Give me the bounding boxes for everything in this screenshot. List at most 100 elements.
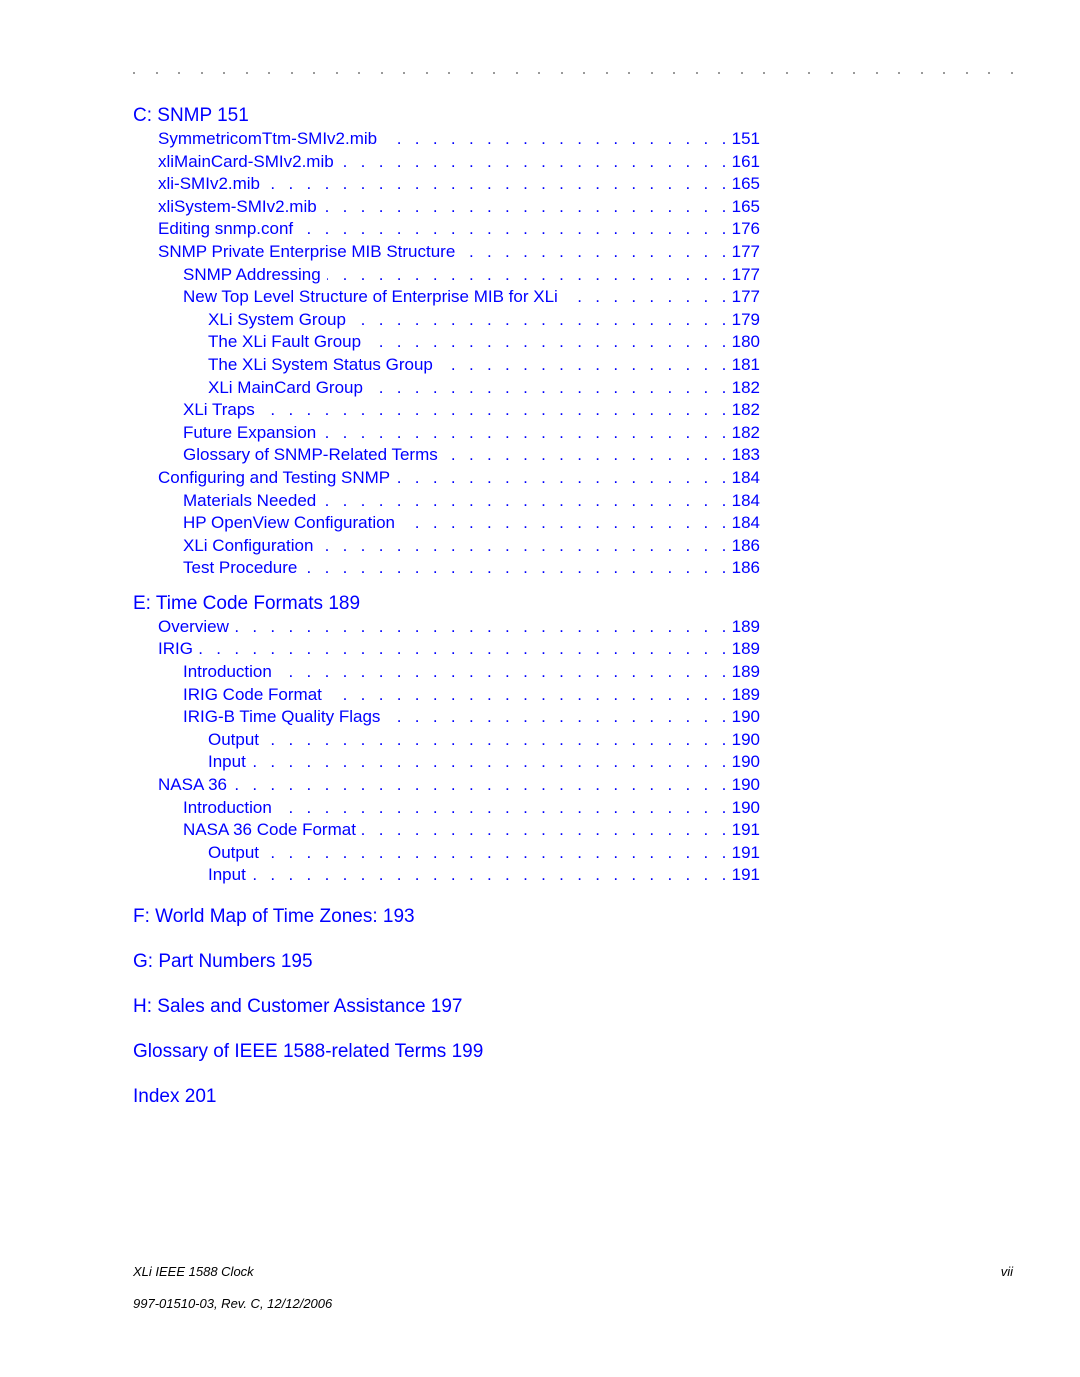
- rule-dot: [133, 72, 135, 74]
- toc-entry[interactable]: xli-SMIv2.mib. . . . . . . . . . . . . .…: [133, 173, 760, 196]
- toc-entry-title: Introduction: [183, 662, 272, 682]
- toc-entry[interactable]: Configuring and Testing SNMP. . . . . . …: [133, 467, 760, 490]
- rule-dot: [538, 72, 540, 74]
- toc-entry[interactable]: SNMP Private Enterprise MIB Structure. .…: [133, 241, 760, 264]
- dot-leader: . . . . . . . . . . . . . . . . . . . . …: [319, 535, 731, 555]
- toc-entry-page: 189: [731, 684, 760, 704]
- toc-entry-page: 186: [731, 535, 760, 555]
- toc-entry[interactable]: Input . . . . . . . . . . . . . . . . . .…: [133, 864, 760, 887]
- toc-entry[interactable]: Overview. . . . . . . . . . . . . . . . …: [133, 616, 760, 639]
- toc-entry-page: 176: [731, 219, 760, 239]
- toc-entry[interactable]: Introduction . . . . . . . . . . . . . . …: [133, 797, 760, 820]
- toc-entry-list: SymmetricomTtm-SMIv2.mib . . . . . . . . …: [133, 128, 760, 580]
- toc-entry-title: IRIG Code Format: [183, 684, 322, 704]
- toc-entry[interactable]: The XLi Fault Group. . . . . . . . . . .…: [133, 331, 760, 354]
- toc-entry[interactable]: Output. . . . . . . . . . . . . . . . . …: [133, 729, 760, 752]
- toc-chapter-heading[interactable]: E: Time Code Formats 189: [133, 592, 760, 616]
- dot-leader: . . . . . . . . . . . . . . . . . . . . …: [278, 797, 731, 817]
- toc-entry[interactable]: IRIG Code Format . . . . . . . . . . . . …: [133, 684, 760, 707]
- toc-entry-title: Materials Needed: [183, 490, 317, 510]
- toc-entry[interactable]: XLi Traps . . . . . . . . . . . . . . . .…: [133, 399, 760, 422]
- toc-entry[interactable]: xliSystem-SMIv2.mib . . . . . . . . . . .…: [133, 196, 760, 219]
- dot-leader: . . . . . . . . . . . . . . . . . . . . …: [323, 196, 731, 216]
- toc-entry[interactable]: Input . . . . . . . . . . . . . . . . . .…: [133, 751, 760, 774]
- toc-entry[interactable]: NASA 36 . . . . . . . . . . . . . . . . .…: [133, 774, 760, 797]
- rule-dot: [583, 72, 585, 74]
- toc-entry-page: 184: [731, 467, 760, 487]
- dot-leader: . . . . . . . . . . . . . . . . . . . . …: [396, 467, 731, 487]
- toc-entry-title: Input: [208, 752, 246, 772]
- toc-entry-title: XLi MainCard Group: [208, 377, 363, 397]
- rule-dot: [313, 72, 315, 74]
- rule-dot: [470, 72, 473, 74]
- rule-dot: [988, 72, 990, 74]
- toc-entry[interactable]: XLi MainCard Group . . . . . . . . . . . …: [133, 377, 760, 400]
- toc-entry-title: HP OpenView Configuration: [183, 513, 396, 533]
- toc-entry[interactable]: HP OpenView Configuration. . . . . . . .…: [133, 512, 760, 535]
- toc-entry-page: 180: [731, 332, 760, 352]
- toc-entry[interactable]: XLi Configuration. . . . . . . . . . . .…: [133, 535, 760, 558]
- toc-entry-page: 189: [731, 639, 760, 659]
- dot-leader: . . . . . . . . . . . . . . . . . . . . …: [299, 219, 731, 239]
- toc-entry[interactable]: SymmetricomTtm-SMIv2.mib . . . . . . . . …: [133, 128, 760, 151]
- toc-entry-page: 186: [731, 558, 760, 578]
- toc-entry-title: XLi Configuration: [183, 535, 314, 555]
- dot-leader: . . . . . . . . . . . . . . . . . . . . …: [386, 707, 731, 727]
- toc-entry-page: 189: [731, 616, 760, 636]
- toc-entry[interactable]: Glossary of SNMP-Related Terms . . . . . …: [133, 444, 760, 467]
- rule-dot: [268, 72, 270, 74]
- toc-entry-title: xliMainCard-SMIv2.mib: [158, 151, 334, 171]
- dot-leader: . . . . . . . . . . . . . . . . . . . . …: [352, 309, 731, 329]
- dot-leader: . . . . . . . . . . . . . . . . . . . . …: [362, 820, 731, 840]
- toc-entry[interactable]: NASA 36 Code Format . . . . . . . . . . .…: [133, 819, 760, 842]
- toc-entry-page: 165: [731, 174, 760, 194]
- footer-page-number: vii: [1000, 1264, 1013, 1279]
- toc-entry[interactable]: The XLi System Status Group . . . . . . .…: [133, 354, 760, 377]
- toc-entry-title: Input: [208, 865, 246, 885]
- rule-dot: [380, 72, 383, 74]
- toc-entry[interactable]: IRIG-B Time Quality Flags. . . . . . . .…: [133, 706, 760, 729]
- toc-entry[interactable]: Editing snmp.conf. . . . . . . . . . . .…: [133, 218, 760, 241]
- dot-leader: . . . . . . . . . . . . . . . . . . . . …: [265, 842, 731, 862]
- toc-entry-title: Future Expansion: [183, 422, 317, 442]
- toc-entry-page: 182: [731, 422, 760, 442]
- rule-dot: [650, 72, 653, 74]
- rule-dot: [673, 72, 675, 74]
- footer-line-1: XLi IEEE 1588 Clock vii: [133, 1264, 1013, 1279]
- rule-dot: [403, 72, 405, 74]
- toc-entry-page: 182: [731, 377, 760, 397]
- toc-chapter-h[interactable]: H: Sales and Customer Assistance 197: [133, 995, 760, 1019]
- toc-entry[interactable]: Future Expansion. . . . . . . . . . . . …: [133, 422, 760, 445]
- toc-entry-title: Configuring and Testing SNMP: [158, 467, 391, 487]
- toc-entry[interactable]: Output. . . . . . . . . . . . . . . . . …: [133, 842, 760, 865]
- toc-entry-title: XLi Traps: [183, 400, 255, 420]
- rule-dot: [155, 72, 158, 74]
- toc-entry-page: 181: [731, 354, 760, 374]
- rule-dot: [808, 72, 810, 74]
- toc-entry-page: 165: [731, 196, 760, 216]
- toc-chapter-g[interactable]: G: Part Numbers 195: [133, 950, 760, 974]
- toc-entry[interactable]: Test Procedure. . . . . . . . . . . . . …: [133, 557, 760, 580]
- toc-entry[interactable]: xliMainCard-SMIv2.mib . . . . . . . . . .…: [133, 151, 760, 174]
- toc-entry[interactable]: SNMP Addressing . . . . . . . . . . . . .…: [133, 264, 760, 287]
- toc-entry[interactable]: New Top Level Structure of Enterprise MI…: [133, 286, 760, 309]
- dot-leader: . . . . . . . . . . . . . . . . . . . . …: [327, 264, 731, 284]
- toc-entry-title: xli-SMIv2.mib: [158, 174, 261, 194]
- rule-dot: [965, 72, 968, 74]
- toc-chapter-heading[interactable]: C: SNMP 151: [133, 104, 760, 128]
- rule-dot: [448, 72, 450, 74]
- toc-chapter-glossary[interactable]: Glossary of IEEE 1588-related Terms 199: [133, 1040, 760, 1064]
- rule-dot: [358, 72, 360, 74]
- dot-leader: . . . . . . . . . . . . . . . . . . . . …: [252, 865, 731, 885]
- toc-entry-title: NASA 36: [158, 775, 227, 795]
- toc-entry-page: 151: [731, 129, 760, 148]
- toc-entry[interactable]: IRIG. . . . . . . . . . . . . . . . . . …: [133, 638, 760, 661]
- toc-chapter-f[interactable]: F: World Map of Time Zones: 193: [133, 905, 760, 929]
- toc-entry[interactable]: Introduction . . . . . . . . . . . . . . …: [133, 661, 760, 684]
- rule-dot: [223, 72, 225, 74]
- toc-entry[interactable]: XLi System Group . . . . . . . . . . . . …: [133, 309, 760, 332]
- toc-entry[interactable]: Materials Needed. . . . . . . . . . . . …: [133, 490, 760, 513]
- toc-entry-title: xliSystem-SMIv2.mib: [158, 196, 317, 216]
- toc-entry-title: IRIG-B Time Quality Flags: [183, 707, 381, 727]
- toc-chapter-index[interactable]: Index 201: [133, 1085, 760, 1109]
